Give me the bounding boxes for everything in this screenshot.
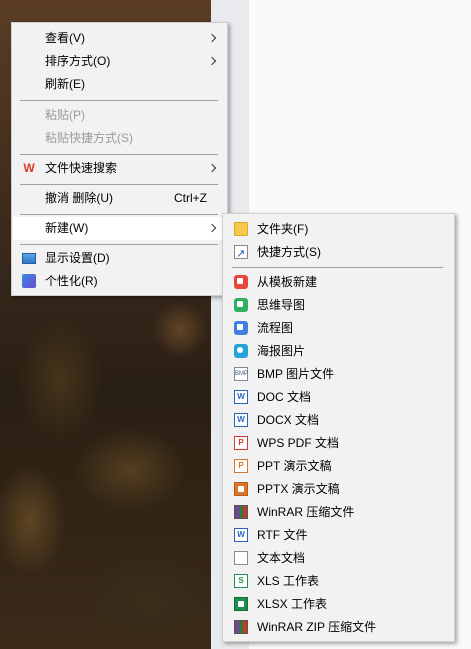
menu-item-undo-shortcut: Ctrl+Z — [174, 191, 207, 205]
menu-item-paste-label: 粘贴(P) — [45, 108, 85, 122]
menu-separator — [232, 267, 443, 268]
new-item-ppt[interactable]: P PPT 演示文稿 — [224, 455, 453, 478]
new-submenu: 文件夹(F) 快捷方式(S) 从模板新建 思维导图 流程图 海报图片 BMP B… — [222, 213, 455, 642]
new-item-winrar[interactable]: WinRAR 压缩文件 — [224, 501, 453, 524]
menu-item-display-settings-label: 显示设置(D) — [45, 251, 110, 265]
new-item-flowchart-label: 流程图 — [257, 321, 294, 335]
menu-separator — [20, 154, 218, 155]
menu-item-paste[interactable]: 粘贴(P) — [13, 104, 226, 127]
new-item-docx-label: DOCX 文档 — [257, 413, 320, 427]
new-item-docx[interactable]: W DOCX 文档 — [224, 409, 453, 432]
menu-item-new[interactable]: 新建(W) — [13, 217, 226, 240]
docx-file-icon: W — [234, 413, 248, 427]
new-item-winrar-zip-label: WinRAR ZIP 压缩文件 — [257, 620, 377, 634]
new-item-doc-label: DOC 文档 — [257, 390, 312, 404]
menu-item-display-settings[interactable]: 显示设置(D) — [13, 247, 226, 270]
monitor-icon — [22, 253, 36, 264]
new-item-text[interactable]: 文本文档 — [224, 547, 453, 570]
menu-item-undo-label: 撤消 删除(U) — [45, 191, 113, 205]
wps-logo-icon: W — [23, 161, 35, 175]
chevron-right-icon — [208, 217, 218, 240]
new-item-folder-label: 文件夹(F) — [257, 222, 309, 236]
flowchart-icon — [234, 321, 248, 335]
menu-item-sort[interactable]: 排序方式(O) — [13, 50, 226, 73]
ppt-file-icon: P — [234, 459, 248, 473]
new-item-doc[interactable]: W DOC 文档 — [224, 386, 453, 409]
new-item-shortcut-label: 快捷方式(S) — [257, 245, 321, 259]
new-item-shortcut[interactable]: 快捷方式(S) — [224, 241, 453, 266]
menu-item-wps-search[interactable]: W 文件快速搜索 — [13, 157, 226, 180]
text-file-icon — [234, 551, 248, 565]
menu-item-personalize-label: 个性化(R) — [45, 274, 98, 288]
new-item-bmp[interactable]: BMP BMP 图片文件 — [224, 363, 453, 386]
new-item-mindmap-label: 思维导图 — [257, 298, 306, 312]
doc-file-icon: W — [234, 390, 248, 404]
menu-item-undo[interactable]: 撤消 删除(U) Ctrl+Z — [13, 187, 226, 210]
menu-item-refresh-label: 刷新(E) — [45, 77, 85, 91]
new-item-flowchart[interactable]: 流程图 — [224, 317, 453, 340]
new-item-bmp-label: BMP 图片文件 — [257, 367, 335, 381]
winrar-icon — [234, 505, 248, 519]
rtf-file-icon: W — [234, 528, 248, 542]
new-item-xlsx[interactable]: XLSX 工作表 — [224, 593, 453, 616]
xls-file-icon: S — [234, 574, 248, 588]
xlsx-file-icon — [234, 597, 248, 611]
new-item-rtf-label: RTF 文件 — [257, 528, 308, 542]
new-item-xls[interactable]: S XLS 工作表 — [224, 570, 453, 593]
menu-item-sort-label: 排序方式(O) — [45, 54, 111, 68]
new-item-winrar-zip[interactable]: WinRAR ZIP 压缩文件 — [224, 616, 453, 639]
bmp-file-icon: BMP — [234, 367, 248, 381]
poster-icon — [234, 344, 248, 358]
desktop-context-menu: 查看(V) 排序方式(O) 刷新(E) 粘贴(P) 粘贴快捷方式(S) W 文件… — [11, 22, 228, 296]
new-item-pptx[interactable]: PPTX 演示文稿 — [224, 478, 453, 501]
new-item-xlsx-label: XLSX 工作表 — [257, 597, 328, 611]
new-item-from-template[interactable]: 从模板新建 — [224, 271, 453, 294]
menu-item-personalize[interactable]: 个性化(R) — [13, 270, 226, 293]
menu-separator — [20, 214, 218, 215]
menu-item-paste-shortcut-label: 粘贴快捷方式(S) — [45, 131, 133, 145]
chevron-right-icon — [208, 50, 218, 73]
personalize-icon — [22, 274, 36, 288]
mindmap-icon — [234, 298, 248, 312]
new-item-ppt-label: PPT 演示文稿 — [257, 459, 332, 473]
template-icon — [234, 275, 248, 289]
new-item-rtf[interactable]: W RTF 文件 — [224, 524, 453, 547]
new-item-from-template-label: 从模板新建 — [257, 275, 318, 289]
new-item-mindmap[interactable]: 思维导图 — [224, 294, 453, 317]
menu-separator — [20, 100, 218, 101]
new-item-wps-pdf[interactable]: P WPS PDF 文档 — [224, 432, 453, 455]
chevron-right-icon — [208, 157, 218, 180]
shortcut-icon — [234, 243, 248, 266]
folder-icon — [234, 222, 248, 236]
new-item-text-label: 文本文档 — [257, 551, 306, 565]
winrar-zip-icon — [234, 620, 248, 634]
menu-item-view-label: 查看(V) — [45, 31, 85, 45]
pptx-file-icon — [234, 482, 248, 496]
new-item-folder[interactable]: 文件夹(F) — [224, 218, 453, 241]
pdf-file-icon: P — [234, 436, 248, 450]
new-item-pptx-label: PPTX 演示文稿 — [257, 482, 340, 496]
menu-item-new-label: 新建(W) — [45, 221, 89, 235]
menu-item-refresh[interactable]: 刷新(E) — [13, 73, 226, 96]
menu-separator — [20, 244, 218, 245]
menu-separator — [20, 184, 218, 185]
menu-item-wps-search-label: 文件快速搜索 — [45, 161, 118, 175]
menu-item-paste-shortcut[interactable]: 粘贴快捷方式(S) — [13, 127, 226, 150]
new-item-poster-label: 海报图片 — [257, 344, 306, 358]
new-item-poster[interactable]: 海报图片 — [224, 340, 453, 363]
chevron-right-icon — [208, 27, 218, 50]
new-item-winrar-label: WinRAR 压缩文件 — [257, 505, 355, 519]
menu-item-view[interactable]: 查看(V) — [13, 27, 226, 50]
new-item-xls-label: XLS 工作表 — [257, 574, 320, 588]
new-item-wps-pdf-label: WPS PDF 文档 — [257, 436, 340, 450]
